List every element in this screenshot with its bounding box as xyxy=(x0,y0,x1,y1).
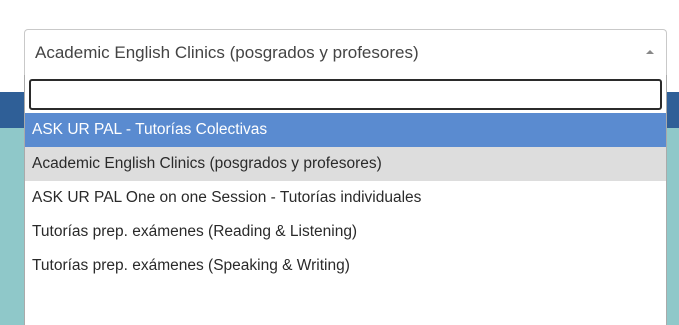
select-dropdown: ASK UR PAL - Tutorías Colectivas Academi… xyxy=(24,75,667,325)
select-current-value: Academic English Clinics (posgrados y pr… xyxy=(35,42,419,62)
search-input[interactable] xyxy=(29,79,662,110)
options-list: ASK UR PAL - Tutorías Colectivas Academi… xyxy=(25,113,666,283)
chevron-up-icon[interactable] xyxy=(642,44,658,60)
option-ask-ur-pal-individuales[interactable]: ASK UR PAL One on one Session - Tutorías… xyxy=(25,181,666,215)
search-wrapper xyxy=(25,75,666,113)
option-ask-ur-pal-colectivas[interactable]: ASK UR PAL - Tutorías Colectivas xyxy=(25,113,666,147)
session-type-select[interactable]: Academic English Clinics (posgrados y pr… xyxy=(24,29,667,75)
option-prep-reading-listening[interactable]: Tutorías prep. exámenes (Reading & Liste… xyxy=(25,215,666,249)
option-prep-speaking-writing[interactable]: Tutorías prep. exámenes (Speaking & Writ… xyxy=(25,249,666,283)
option-academic-english-clinics[interactable]: Academic English Clinics (posgrados y pr… xyxy=(25,147,666,181)
page: Academic English Clinics (posgrados y pr… xyxy=(0,0,679,325)
